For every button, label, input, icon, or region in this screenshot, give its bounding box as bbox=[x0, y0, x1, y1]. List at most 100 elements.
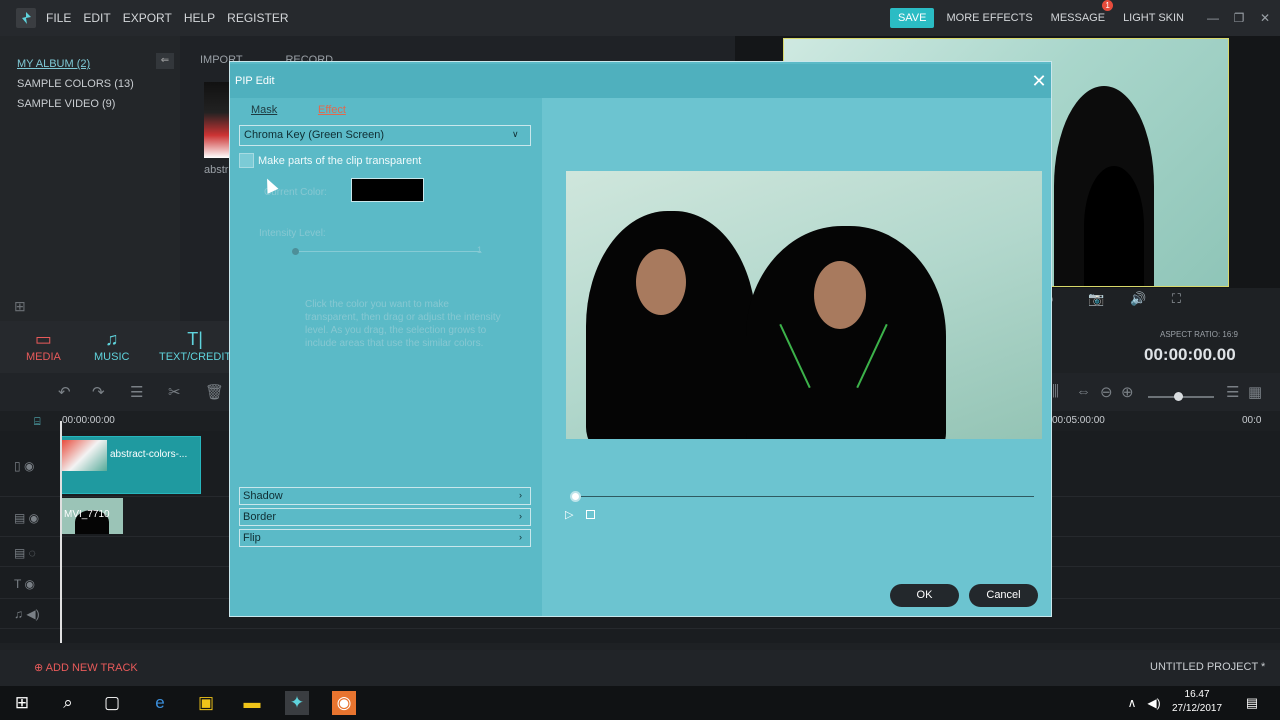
filmora-taskbar-icon[interactable]: ✦ bbox=[285, 691, 309, 715]
album-panel: MY ALBUM (2) SAMPLE COLORS (13) SAMPLE V… bbox=[0, 36, 180, 321]
tab-mask[interactable]: Mask bbox=[251, 104, 277, 116]
media-thumbnail[interactable] bbox=[204, 82, 232, 158]
clip-label: abstract-colors-... bbox=[110, 449, 188, 460]
video-track-icon: ▯ ◉ bbox=[14, 459, 35, 473]
music-tool[interactable]: ♫ MUSIC bbox=[94, 329, 129, 363]
save-button[interactable]: SAVE bbox=[889, 8, 935, 28]
pip-track-2-icon: ▤ ◌ bbox=[14, 546, 36, 560]
chevron-right-icon: › bbox=[519, 511, 522, 521]
adjust-icon[interactable]: ☰ bbox=[130, 383, 143, 401]
effect-type-dropdown[interactable]: Chroma Key (Green Screen) bbox=[239, 125, 531, 146]
redo-icon[interactable]: ↷ bbox=[92, 383, 105, 401]
playhead[interactable] bbox=[60, 421, 62, 643]
media-tool-label: MEDIA bbox=[26, 351, 61, 363]
fullscreen-icon[interactable]: ⛶ bbox=[1172, 291, 1181, 306]
search-icon[interactable]: ⌕ bbox=[56, 691, 80, 715]
menu-export[interactable]: EXPORT bbox=[123, 11, 184, 25]
current-color-swatch[interactable] bbox=[351, 178, 424, 202]
music-icon: ♫ bbox=[104, 329, 119, 349]
camera-icon[interactable]: 📷 bbox=[1088, 291, 1104, 306]
intensity-max-value: 1 bbox=[477, 245, 483, 255]
dialog-title-bar bbox=[230, 64, 1051, 98]
text-tool-label: TEXT/CREDIT bbox=[159, 351, 232, 363]
ok-button[interactable]: OK bbox=[890, 584, 959, 607]
clock-date: 27/12/2017 bbox=[1172, 703, 1223, 714]
grid-view-icon[interactable]: ▦ bbox=[1248, 383, 1262, 401]
volume-icon[interactable]: 🔊 bbox=[1130, 291, 1146, 306]
album-sample-video[interactable]: SAMPLE VIDEO (9) bbox=[0, 94, 180, 114]
chevron-right-icon: › bbox=[519, 532, 522, 542]
tab-effect[interactable]: Effect bbox=[318, 104, 346, 116]
album-my-album[interactable]: MY ALBUM (2) bbox=[0, 54, 180, 74]
zoom-in-icon[interactable]: ⊕ bbox=[1121, 383, 1134, 401]
aspect-ratio: ASPECT RATIO: 16:9 bbox=[1160, 330, 1238, 339]
more-effects-button[interactable]: MORE EFFECTS bbox=[946, 12, 1032, 24]
maximize-icon[interactable]: ❐ bbox=[1228, 11, 1250, 25]
store-icon[interactable]: ▣ bbox=[194, 691, 218, 715]
shadow-section[interactable]: Shadow › bbox=[239, 487, 531, 505]
edge-icon[interactable]: e bbox=[148, 691, 172, 715]
app-logo-icon bbox=[16, 8, 36, 28]
add-track-label: ADD NEW TRACK bbox=[45, 662, 138, 674]
minimize-icon[interactable]: — bbox=[1202, 11, 1224, 25]
intensity-slider[interactable] bbox=[295, 251, 481, 252]
cancel-button[interactable]: Cancel bbox=[969, 584, 1038, 607]
stop-icon[interactable] bbox=[586, 510, 595, 519]
plus-circle-icon: ⊕ bbox=[34, 662, 44, 674]
cut-icon[interactable]: ✂ bbox=[168, 383, 181, 401]
message-button[interactable]: MESSAGE 1 bbox=[1050, 0, 1114, 24]
windows-start-icon[interactable]: ⊞ bbox=[10, 691, 34, 715]
menu-file[interactable]: FILE bbox=[46, 11, 83, 25]
flip-section[interactable]: Flip › bbox=[239, 529, 531, 547]
add-new-track-button[interactable]: ⊕ ADD NEW TRACK bbox=[34, 661, 138, 674]
shadow-label: Shadow bbox=[243, 490, 283, 502]
folder-icon: ▭ bbox=[34, 329, 52, 349]
preview-figure-2 bbox=[1084, 166, 1144, 286]
menu-register[interactable]: REGISTER bbox=[227, 11, 300, 25]
chevron-right-icon: › bbox=[519, 490, 522, 500]
speaker-icon[interactable]: ◀) bbox=[1142, 691, 1166, 715]
fit-icon[interactable]: ⇔ bbox=[1076, 383, 1091, 400]
close-window-icon[interactable]: ✕ bbox=[1254, 11, 1276, 25]
windows-taskbar bbox=[0, 686, 1280, 720]
text-track-icon: T ◉ bbox=[14, 577, 35, 591]
project-name: UNTITLED PROJECT * bbox=[1150, 661, 1266, 673]
text-icon: T| bbox=[187, 329, 203, 349]
text-tool[interactable]: T| TEXT/CREDIT bbox=[159, 329, 231, 363]
timecode: 00:00:00.00 bbox=[1144, 345, 1236, 364]
pip-video-preview bbox=[566, 171, 1042, 439]
intensity-slider-knob[interactable] bbox=[292, 248, 299, 255]
dialog-close-icon[interactable]: ✕ bbox=[1028, 70, 1050, 92]
media-tool[interactable]: ▭ MEDIA bbox=[26, 329, 61, 363]
scrubber-knob[interactable] bbox=[570, 491, 581, 502]
light-skin-button[interactable]: LIGHT SKIN bbox=[1123, 12, 1184, 24]
pip-track-icon: ▤ ◉ bbox=[14, 511, 40, 525]
preview-scrubber[interactable] bbox=[576, 496, 1034, 497]
menu-edit[interactable]: EDIT bbox=[83, 11, 122, 25]
ruler-time-1: 00:05:00:00 bbox=[1052, 415, 1105, 426]
app-taskbar-icon[interactable]: ◉ bbox=[332, 691, 356, 715]
zoom-slider-knob[interactable] bbox=[1174, 392, 1183, 401]
transparent-checkbox[interactable] bbox=[239, 153, 254, 168]
zoom-out-icon[interactable]: ⊖ bbox=[1100, 383, 1113, 401]
taskbar-clock[interactable]: 16.47 27/12/2017 bbox=[1172, 688, 1222, 716]
undo-icon[interactable]: ↶ bbox=[58, 383, 71, 401]
collapse-album-icon[interactable]: ⇐ bbox=[156, 53, 174, 69]
audio-mixer-icon[interactable]: ⫼ bbox=[1052, 383, 1059, 400]
menu-help[interactable]: HELP bbox=[184, 11, 227, 25]
album-sample-colors[interactable]: SAMPLE COLORS (13) bbox=[0, 74, 180, 94]
border-section[interactable]: Border › bbox=[239, 508, 531, 526]
marker-icon[interactable]: ⌸ bbox=[34, 416, 41, 429]
task-view-icon[interactable]: ▢ bbox=[100, 691, 124, 715]
music-tool-label: MUSIC bbox=[94, 351, 130, 363]
tray-chevron-icon[interactable]: ∧ bbox=[1120, 691, 1144, 715]
delete-icon[interactable]: 🗑 bbox=[205, 383, 224, 401]
transparent-checkbox-label[interactable]: Make parts of the clip transparent bbox=[258, 155, 421, 167]
add-folder-icon[interactable]: ⊞ bbox=[14, 298, 26, 315]
list-view-icon[interactable]: ☰ bbox=[1226, 383, 1239, 401]
message-label: MESSAGE bbox=[1050, 12, 1106, 24]
notification-icon[interactable]: ▤ bbox=[1240, 691, 1264, 715]
file-explorer-icon[interactable]: ▬ bbox=[240, 691, 264, 715]
play-icon[interactable]: ▷ bbox=[565, 508, 573, 521]
person-1-face bbox=[636, 249, 686, 315]
